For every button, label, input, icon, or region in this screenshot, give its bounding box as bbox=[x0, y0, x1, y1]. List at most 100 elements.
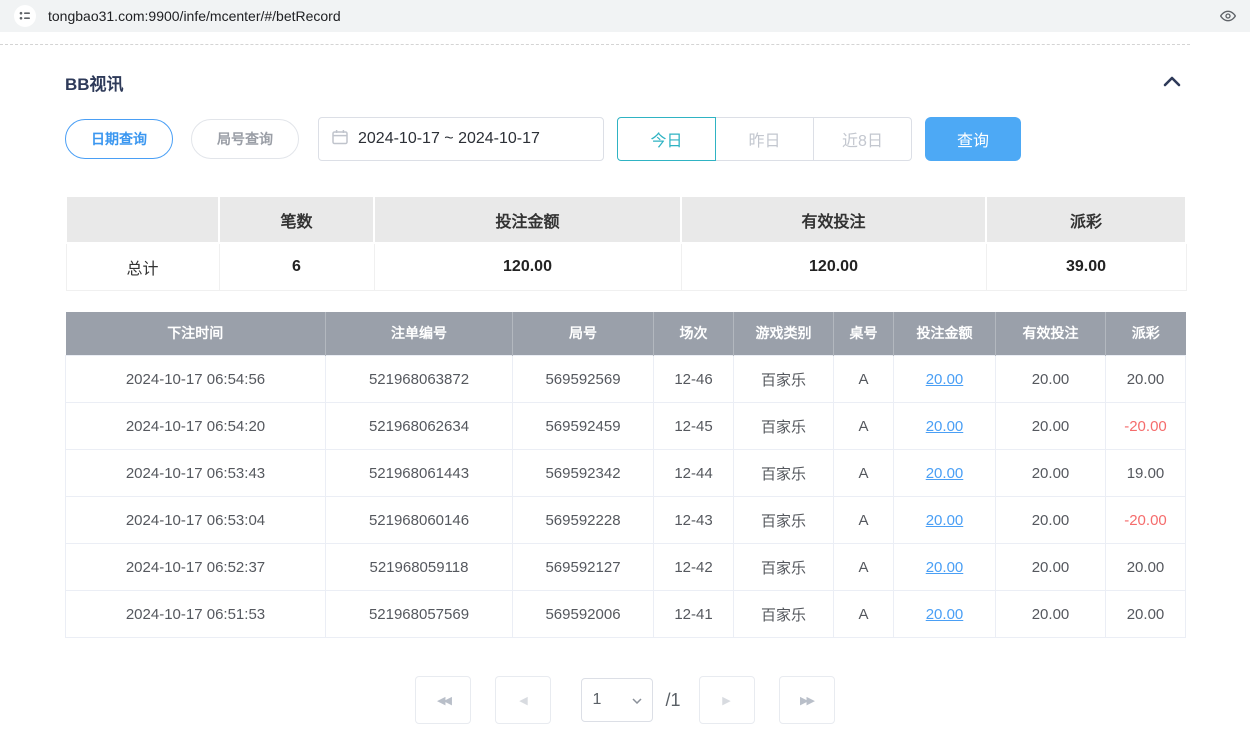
eye-icon[interactable] bbox=[1220, 8, 1236, 24]
valid-bet-cell: 20.00 bbox=[996, 450, 1106, 497]
search-button[interactable]: 查询 bbox=[925, 117, 1021, 161]
bet-record-panel: BB视讯 日期查询 局号查询 2024-10-17 ~ 2024-10-17 今… bbox=[0, 70, 1250, 724]
bet-id-cell: 521968060146 bbox=[326, 497, 513, 544]
payout-cell: -20.00 bbox=[1106, 497, 1186, 544]
session-cell: 12-45 bbox=[654, 403, 734, 450]
session-cell: 12-42 bbox=[654, 544, 734, 591]
date-range-text[interactable]: 2024-10-17 ~ 2024-10-17 bbox=[358, 130, 540, 148]
bet-table-header-cell: 场次 bbox=[654, 312, 734, 356]
table-row: 2024-10-17 06:54:56521968063872569592569… bbox=[66, 356, 1186, 403]
bet-table-header-cell: 局号 bbox=[513, 312, 654, 356]
bet-table-header-cell: 注单编号 bbox=[326, 312, 513, 356]
chevron-down-icon bbox=[632, 691, 642, 709]
game-type-cell: 百家乐 bbox=[734, 544, 834, 591]
bet-record-table: 下注时间注单编号局号场次游戏类别桌号投注金额有效投注派彩 2024-10-17 … bbox=[65, 312, 1186, 639]
summary-payout-value: 39.00 bbox=[986, 243, 1186, 290]
yesterday-button[interactable]: 昨日 bbox=[715, 117, 814, 161]
bet-amount-cell[interactable]: 20.00 bbox=[894, 544, 996, 591]
bet-amount-link[interactable]: 20.00 bbox=[926, 465, 964, 482]
bet-table-header-row: 下注时间注单编号局号场次游戏类别桌号投注金额有效投注派彩 bbox=[66, 312, 1186, 356]
bet-table-header-cell: 下注时间 bbox=[66, 312, 326, 356]
round-id-cell: 569592569 bbox=[513, 356, 654, 403]
table-row: 2024-10-17 06:53:43521968061443569592342… bbox=[66, 450, 1186, 497]
summary-total-label: 总计 bbox=[66, 243, 219, 290]
total-pages-label: /1 bbox=[665, 690, 680, 711]
bet-id-cell: 521968059118 bbox=[326, 544, 513, 591]
round-id-cell: 569592342 bbox=[513, 450, 654, 497]
session-cell: 12-41 bbox=[654, 591, 734, 638]
bet-amount-link[interactable]: 20.00 bbox=[926, 512, 964, 529]
bet-id-cell: 521968063872 bbox=[326, 356, 513, 403]
table-no-cell: A bbox=[834, 497, 894, 544]
filter-toolbar: 日期查询 局号查询 2024-10-17 ~ 2024-10-17 今日 昨日 … bbox=[65, 117, 1185, 161]
bet-table-header-cell: 投注金额 bbox=[894, 312, 996, 356]
summary-total-row: 总计 6 120.00 120.00 39.00 bbox=[66, 243, 1186, 290]
date-query-tab[interactable]: 日期查询 bbox=[65, 119, 173, 159]
panel-title-row: BB视讯 bbox=[65, 70, 1185, 95]
summary-header-row: 笔数 投注金额 有效投注 派彩 bbox=[66, 196, 1186, 243]
profile-icon[interactable] bbox=[14, 5, 36, 27]
bet-table-header-cell: 有效投注 bbox=[996, 312, 1106, 356]
bet-time-cell: 2024-10-17 06:53:43 bbox=[66, 450, 326, 497]
summary-valid-bet-value: 120.00 bbox=[681, 243, 986, 290]
page-select[interactable]: 1 bbox=[581, 678, 653, 722]
round-id-cell: 569592459 bbox=[513, 403, 654, 450]
next-page-button[interactable]: ▶ bbox=[699, 676, 755, 724]
prev-page-button[interactable]: ◀ bbox=[495, 676, 551, 724]
date-range-picker[interactable]: 2024-10-17 ~ 2024-10-17 bbox=[318, 117, 604, 161]
bet-amount-cell[interactable]: 20.00 bbox=[894, 356, 996, 403]
bet-time-cell: 2024-10-17 06:53:04 bbox=[66, 497, 326, 544]
game-type-cell: 百家乐 bbox=[734, 450, 834, 497]
bet-table-body: 2024-10-17 06:54:56521968063872569592569… bbox=[66, 356, 1186, 638]
bet-table-header-cell: 游戏类别 bbox=[734, 312, 834, 356]
session-cell: 12-46 bbox=[654, 356, 734, 403]
table-row: 2024-10-17 06:52:37521968059118569592127… bbox=[66, 544, 1186, 591]
first-page-button[interactable]: ◀◀ bbox=[415, 676, 471, 724]
round-id-cell: 569592127 bbox=[513, 544, 654, 591]
table-row: 2024-10-17 06:54:20521968062634569592459… bbox=[66, 403, 1186, 450]
url-text[interactable]: tongbao31.com:9900/infe/mcenter/#/betRec… bbox=[48, 8, 341, 24]
round-query-tab[interactable]: 局号查询 bbox=[191, 119, 299, 159]
bet-time-cell: 2024-10-17 06:52:37 bbox=[66, 544, 326, 591]
table-no-cell: A bbox=[834, 544, 894, 591]
bet-amount-link[interactable]: 20.00 bbox=[926, 371, 964, 388]
bet-amount-link[interactable]: 20.00 bbox=[926, 559, 964, 576]
today-button[interactable]: 今日 bbox=[617, 117, 716, 161]
bet-amount-cell[interactable]: 20.00 bbox=[894, 450, 996, 497]
payout-cell: -20.00 bbox=[1106, 403, 1186, 450]
payout-cell: 20.00 bbox=[1106, 544, 1186, 591]
quick-date-button-group: 今日 昨日 近8日 bbox=[617, 117, 912, 161]
bet-id-cell: 521968057569 bbox=[326, 591, 513, 638]
bet-amount-cell[interactable]: 20.00 bbox=[894, 403, 996, 450]
table-no-cell: A bbox=[834, 356, 894, 403]
summary-header-payout: 派彩 bbox=[986, 196, 1186, 243]
bet-amount-link[interactable]: 20.00 bbox=[926, 418, 964, 435]
page-select-value: 1 bbox=[592, 691, 601, 709]
table-row: 2024-10-17 06:53:04521968060146569592228… bbox=[66, 497, 1186, 544]
table-no-cell: A bbox=[834, 450, 894, 497]
payout-cell: 19.00 bbox=[1106, 450, 1186, 497]
last-8-days-button[interactable]: 近8日 bbox=[813, 117, 912, 161]
summary-header-empty bbox=[66, 196, 219, 243]
summary-header-valid-bet: 有效投注 bbox=[681, 196, 986, 243]
chevron-up-icon[interactable] bbox=[1159, 73, 1185, 92]
bet-table-header-cell: 桌号 bbox=[834, 312, 894, 356]
summary-bet-amount-value: 120.00 bbox=[374, 243, 681, 290]
bet-amount-link[interactable]: 20.00 bbox=[926, 606, 964, 623]
summary-count-value: 6 bbox=[219, 243, 374, 290]
valid-bet-cell: 20.00 bbox=[996, 356, 1106, 403]
bet-amount-cell[interactable]: 20.00 bbox=[894, 591, 996, 638]
summary-header-bet-amount: 投注金额 bbox=[374, 196, 681, 243]
valid-bet-cell: 20.00 bbox=[996, 403, 1106, 450]
game-type-cell: 百家乐 bbox=[734, 356, 834, 403]
table-no-cell: A bbox=[834, 591, 894, 638]
round-id-cell: 569592006 bbox=[513, 591, 654, 638]
valid-bet-cell: 20.00 bbox=[996, 497, 1106, 544]
round-id-cell: 569592228 bbox=[513, 497, 654, 544]
browser-address-bar[interactable]: tongbao31.com:9900/infe/mcenter/#/betRec… bbox=[0, 0, 1250, 32]
session-cell: 12-43 bbox=[654, 497, 734, 544]
calendar-icon bbox=[332, 129, 348, 150]
last-page-button[interactable]: ▶▶ bbox=[779, 676, 835, 724]
bet-time-cell: 2024-10-17 06:54:20 bbox=[66, 403, 326, 450]
bet-amount-cell[interactable]: 20.00 bbox=[894, 497, 996, 544]
